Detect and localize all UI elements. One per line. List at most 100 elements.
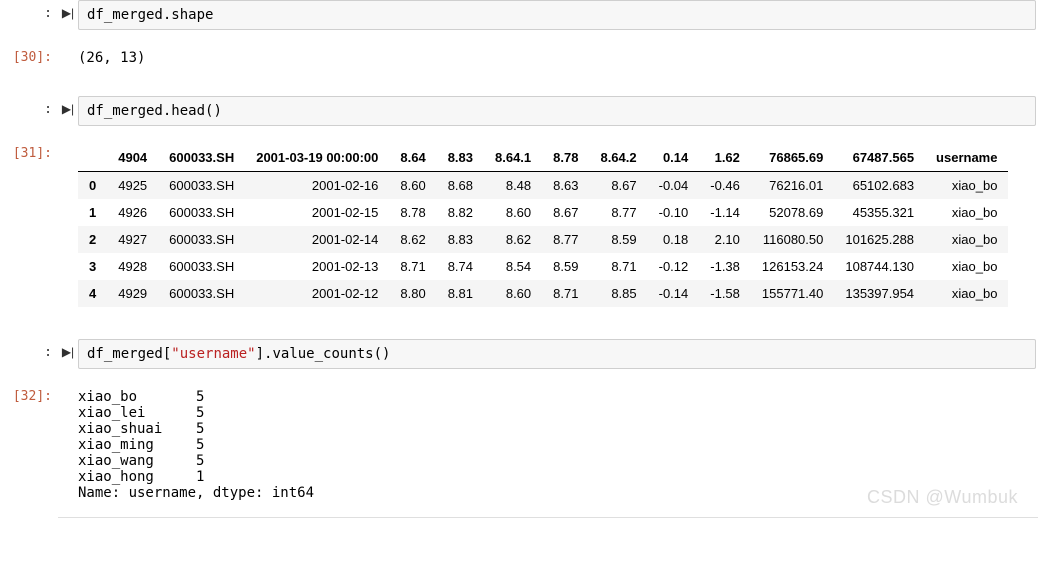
table-cell: 126153.24 xyxy=(751,253,834,280)
table-cell: 2001-02-14 xyxy=(245,226,389,253)
table-column-header: 8.64.1 xyxy=(484,144,542,172)
run-icon[interactable]: ▶| xyxy=(58,96,78,116)
row-index: 1 xyxy=(78,199,107,226)
table-cell: 8.85 xyxy=(589,280,647,307)
input-prompt: : xyxy=(0,339,58,360)
table-cell: 8.59 xyxy=(589,226,647,253)
row-index: 3 xyxy=(78,253,107,280)
input-prompt: : xyxy=(0,0,58,21)
cell-input-1: : ▶| df_merged.shape xyxy=(0,0,1038,30)
table-column-header: 2001-03-19 00:00:00 xyxy=(245,144,389,172)
table-column-header: 8.64.2 xyxy=(589,144,647,172)
run-icon[interactable]: ▶| xyxy=(58,339,78,359)
dataframe-table: 4904600033.SH2001-03-19 00:00:008.648.83… xyxy=(78,144,1008,307)
table-cell: -0.14 xyxy=(648,280,700,307)
table-cell: -1.58 xyxy=(699,280,751,307)
table-cell: 8.60 xyxy=(484,280,542,307)
table-cell: 4928 xyxy=(107,253,158,280)
table-column-header: 8.64 xyxy=(389,144,436,172)
table-cell: 65102.683 xyxy=(834,172,925,200)
table-cell: 8.60 xyxy=(484,199,542,226)
table-column-header xyxy=(78,144,107,172)
table-column-header: 600033.SH xyxy=(158,144,245,172)
table-cell: 8.67 xyxy=(542,199,589,226)
table-cell: -0.12 xyxy=(648,253,700,280)
table-cell: 2001-02-16 xyxy=(245,172,389,200)
table-cell: -0.46 xyxy=(699,172,751,200)
code-input[interactable]: df_merged.head() xyxy=(78,96,1036,126)
table-cell: 135397.954 xyxy=(834,280,925,307)
table-column-header: 76865.69 xyxy=(751,144,834,172)
run-icon[interactable]: ▶| xyxy=(58,0,78,20)
table-row: 24927600033.SH2001-02-148.628.838.628.77… xyxy=(78,226,1008,253)
table-cell: xiao_bo xyxy=(925,226,1008,253)
table-cell: -1.38 xyxy=(699,253,751,280)
table-cell: 8.80 xyxy=(389,280,436,307)
table-cell: 8.71 xyxy=(389,253,436,280)
table-cell: 600033.SH xyxy=(158,199,245,226)
table-cell: 8.62 xyxy=(484,226,542,253)
table-cell: 101625.288 xyxy=(834,226,925,253)
table-cell: xiao_bo xyxy=(925,199,1008,226)
table-column-header: 8.78 xyxy=(542,144,589,172)
table-cell: 8.78 xyxy=(389,199,436,226)
code-input[interactable]: df_merged.shape xyxy=(78,0,1036,30)
table-cell: 8.83 xyxy=(437,226,484,253)
code-input[interactable]: df_merged["username"].value_counts() xyxy=(78,339,1036,369)
table-cell: 155771.40 xyxy=(751,280,834,307)
table-cell: 8.54 xyxy=(484,253,542,280)
table-cell: 2001-02-12 xyxy=(245,280,389,307)
cell-input-3: : ▶| df_merged["username"].value_counts(… xyxy=(0,339,1038,369)
table-header-row: 4904600033.SH2001-03-19 00:00:008.648.83… xyxy=(78,144,1008,172)
table-cell: 116080.50 xyxy=(751,226,834,253)
table-column-header: 1.62 xyxy=(699,144,751,172)
table-cell: 600033.SH xyxy=(158,253,245,280)
table-cell: 4929 xyxy=(107,280,158,307)
output-text: xiao_bo 5 xiao_lei 5 xiao_shuai 5 xiao_m… xyxy=(78,383,1038,507)
table-cell: 2.10 xyxy=(699,226,751,253)
table-cell: 0.18 xyxy=(648,226,700,253)
cell-input-2: : ▶| df_merged.head() xyxy=(0,96,1038,126)
table-cell: 600033.SH xyxy=(158,280,245,307)
table-row: 14926600033.SH2001-02-158.788.828.608.67… xyxy=(78,199,1008,226)
table-cell: 2001-02-15 xyxy=(245,199,389,226)
table-cell: 52078.69 xyxy=(751,199,834,226)
table-cell: 8.77 xyxy=(542,226,589,253)
row-index: 0 xyxy=(78,172,107,200)
divider xyxy=(58,517,1038,518)
table-cell: 600033.SH xyxy=(158,172,245,200)
cell-output-2: [31]: 4904600033.SH2001-03-19 00:00:008.… xyxy=(0,140,1038,325)
table-cell: 4925 xyxy=(107,172,158,200)
table-cell: 8.62 xyxy=(389,226,436,253)
input-prompt: : xyxy=(0,96,58,117)
table-cell: xiao_bo xyxy=(925,280,1008,307)
table-cell: xiao_bo xyxy=(925,253,1008,280)
cell-output-1: [30]: (26, 13) xyxy=(0,44,1038,72)
table-row: 34928600033.SH2001-02-138.718.748.548.59… xyxy=(78,253,1008,280)
table-cell: 76216.01 xyxy=(751,172,834,200)
table-cell: 8.60 xyxy=(389,172,436,200)
table-cell: 8.67 xyxy=(589,172,647,200)
table-column-header: 8.83 xyxy=(437,144,484,172)
table-cell: -0.10 xyxy=(648,199,700,226)
table-cell: 4927 xyxy=(107,226,158,253)
row-index: 2 xyxy=(78,226,107,253)
table-row: 04925600033.SH2001-02-168.608.688.488.63… xyxy=(78,172,1008,200)
table-column-header: 67487.565 xyxy=(834,144,925,172)
table-cell: 8.63 xyxy=(542,172,589,200)
table-column-header: username xyxy=(925,144,1008,172)
output-dataframe: 4904600033.SH2001-03-19 00:00:008.648.83… xyxy=(78,140,1038,325)
table-row: 44929600033.SH2001-02-128.808.818.608.71… xyxy=(78,280,1008,307)
row-index: 4 xyxy=(78,280,107,307)
table-cell: 8.74 xyxy=(437,253,484,280)
table-cell: 8.68 xyxy=(437,172,484,200)
table-cell: 4926 xyxy=(107,199,158,226)
table-cell: -1.14 xyxy=(699,199,751,226)
table-column-header: 0.14 xyxy=(648,144,700,172)
table-column-header: 4904 xyxy=(107,144,158,172)
table-cell: xiao_bo xyxy=(925,172,1008,200)
table-cell: 8.48 xyxy=(484,172,542,200)
table-cell: 8.82 xyxy=(437,199,484,226)
table-cell: 8.59 xyxy=(542,253,589,280)
table-cell: 8.81 xyxy=(437,280,484,307)
